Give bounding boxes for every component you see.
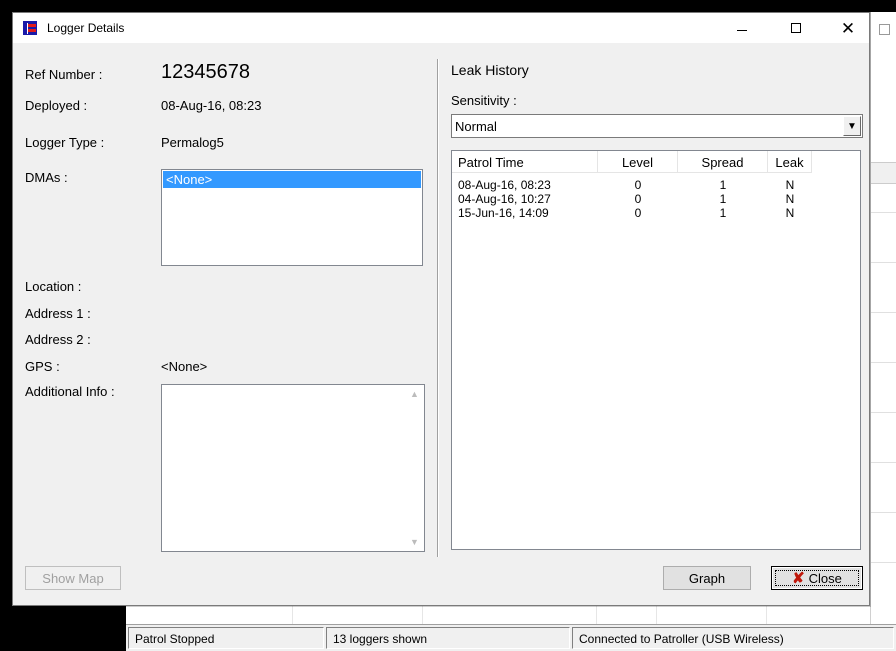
dmas-item[interactable]: <None>: [163, 171, 421, 188]
minimize-button[interactable]: [719, 13, 765, 43]
table-row[interactable]: 08-Aug-16, 08:23 0 1 N: [452, 178, 812, 192]
leak-history-table[interactable]: Patrol Time Level Spread Leak 08-Aug-16,…: [451, 150, 861, 550]
ref-number-value: 12345678: [161, 61, 250, 83]
panel-divider: [437, 59, 439, 557]
table-header: Patrol Time Level Spread Leak: [452, 151, 812, 173]
address2-label: Address 2 :: [25, 332, 91, 347]
background-gridline: [871, 462, 896, 463]
cell-level: 0: [634, 178, 642, 192]
status-loggers-count: 13 loggers shown: [326, 627, 570, 649]
additional-info-scrollbar[interactable]: ▲ ▼: [407, 385, 424, 551]
background-gridline: [871, 362, 896, 363]
chevron-down-icon: ▼: [847, 120, 857, 132]
cell-level: 0: [634, 192, 642, 206]
cell-leak: N: [785, 178, 795, 192]
background-panel-right: [870, 12, 896, 624]
graph-button[interactable]: Graph: [663, 566, 751, 590]
table-row[interactable]: 15-Jun-16, 14:09 0 1 N: [452, 206, 812, 220]
background-gridline: [871, 562, 896, 563]
cell-patrol-time: 04-Aug-16, 10:27: [458, 192, 551, 206]
status-patrol: Patrol Stopped: [128, 627, 324, 649]
background-grid-row: [126, 604, 870, 627]
sensitivity-dropdown[interactable]: Normal ▼: [451, 114, 863, 138]
deployed-value: 08-Aug-16, 08:23: [161, 98, 262, 113]
maximize-icon: [791, 23, 801, 33]
additional-info-label: Additional Info :: [25, 384, 115, 399]
column-header-level[interactable]: Level: [598, 151, 678, 173]
close-icon: ✕: [840, 18, 856, 38]
sensitivity-label: Sensitivity :: [451, 93, 517, 108]
show-map-button[interactable]: Show Map: [25, 566, 121, 590]
cell-leak: N: [785, 206, 795, 220]
dmas-listbox[interactable]: <None>: [161, 169, 423, 266]
background-gridline: [871, 412, 896, 413]
dialog-title: Logger Details: [47, 21, 125, 35]
column-header-spread[interactable]: Spread: [678, 151, 768, 173]
cell-level: 0: [634, 206, 642, 220]
background-gridline: [871, 212, 896, 213]
cell-spread: 1: [719, 178, 727, 192]
leak-history-heading: Leak History: [451, 62, 529, 78]
dmas-label: DMAs :: [25, 170, 68, 185]
maximize-button[interactable]: [773, 13, 819, 43]
close-x-icon: ✘: [792, 569, 805, 587]
app-flag-icon: [23, 21, 37, 35]
status-connection: Connected to Patroller (USB Wireless): [572, 627, 894, 649]
title-bar[interactable]: Logger Details ✕: [13, 13, 869, 43]
cell-spread: 1: [719, 192, 727, 206]
gps-label: GPS :: [25, 359, 60, 374]
background-checkbox[interactable]: [879, 24, 890, 35]
cell-patrol-time: 15-Jun-16, 14:09: [458, 206, 549, 220]
column-header-patrol-time[interactable]: Patrol Time: [452, 151, 598, 173]
gps-value: <None>: [161, 359, 208, 374]
cell-spread: 1: [719, 206, 727, 220]
background-gridline: [871, 512, 896, 513]
deployed-label: Deployed :: [25, 98, 88, 113]
table-row[interactable]: 04-Aug-16, 10:27 0 1 N: [452, 192, 812, 206]
address1-label: Address 1 :: [25, 306, 91, 321]
sensitivity-value: Normal: [455, 119, 497, 134]
background-grid-header: [871, 162, 896, 184]
additional-info-textarea[interactable]: ▲ ▼: [161, 384, 425, 552]
dropdown-arrow-button[interactable]: ▼: [843, 116, 861, 136]
cell-patrol-time: 08-Aug-16, 08:23: [458, 178, 551, 192]
column-header-leak[interactable]: Leak: [768, 151, 812, 173]
background-gridline: [871, 262, 896, 263]
logger-details-dialog: Logger Details ✕ Ref Number : 12345678 D…: [12, 12, 870, 606]
close-button-label: Close: [808, 570, 842, 586]
status-bar: Patrol Stopped 13 loggers shown Connecte…: [126, 624, 896, 651]
location-label: Location :: [25, 279, 82, 294]
background-gridline: [871, 312, 896, 313]
scroll-up-icon[interactable]: ▲: [410, 389, 419, 399]
scroll-down-icon[interactable]: ▼: [410, 537, 419, 547]
ref-number-label: Ref Number :: [25, 67, 103, 82]
close-window-button[interactable]: ✕: [825, 13, 871, 43]
cell-leak: N: [785, 192, 795, 206]
logger-type-value: Permalog5: [161, 135, 224, 150]
close-button[interactable]: ✘ Close: [771, 566, 863, 590]
logger-type-label: Logger Type :: [25, 135, 105, 150]
minimize-icon: [737, 29, 747, 31]
